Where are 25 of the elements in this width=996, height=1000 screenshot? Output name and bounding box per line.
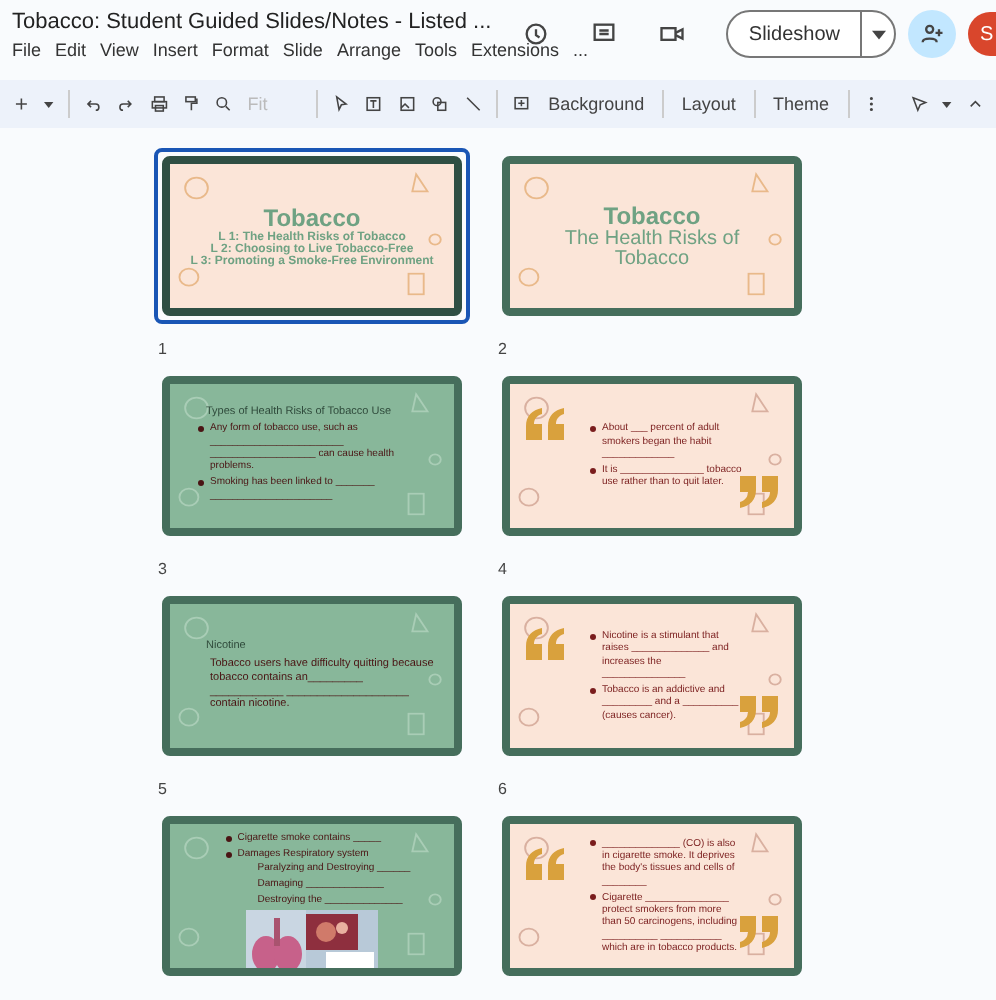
slide-number: 1 <box>156 340 169 358</box>
toolbar-button[interactable]: Layout <box>677 94 740 114</box>
slideshow-button[interactable]: Slideshow <box>726 10 896 58</box>
slide-number: 2 <box>496 340 509 358</box>
menu-item[interactable]: Tools <box>414 40 457 60</box>
slide-title: Tobacco <box>603 202 701 230</box>
menu-item[interactable]: Format <box>211 40 269 60</box>
slide-title: Tobacco <box>263 204 361 232</box>
toolbar-button[interactable]: Theme <box>769 94 834 114</box>
slide-number: 3 <box>156 560 169 578</box>
toolbar-button[interactable]: Background <box>544 94 649 114</box>
menu-item[interactable]: Arrange <box>336 40 401 60</box>
slide-number: 4 <box>496 560 509 578</box>
menu-item[interactable]: Slide <box>282 40 323 60</box>
menu-item[interactable]: Edit <box>55 40 87 60</box>
slide-number: 5 <box>156 780 169 798</box>
menu-item[interactable]: View <box>100 40 139 60</box>
menu-item[interactable]: File <box>12 40 42 60</box>
avatar[interactable]: S <box>968 12 996 56</box>
document-title[interactable]: Tobacco: Student Guided Slides/Notes - Listed ... <box>12 10 492 34</box>
menu-item[interactable]: Insert <box>152 40 198 60</box>
slide-number: 6 <box>496 780 509 798</box>
menu-item[interactable]: ... <box>573 40 589 60</box>
menu-item[interactable]: Extensions <box>470 40 560 60</box>
slide-subtitle: The Health Risks of Tobacco <box>562 230 742 270</box>
